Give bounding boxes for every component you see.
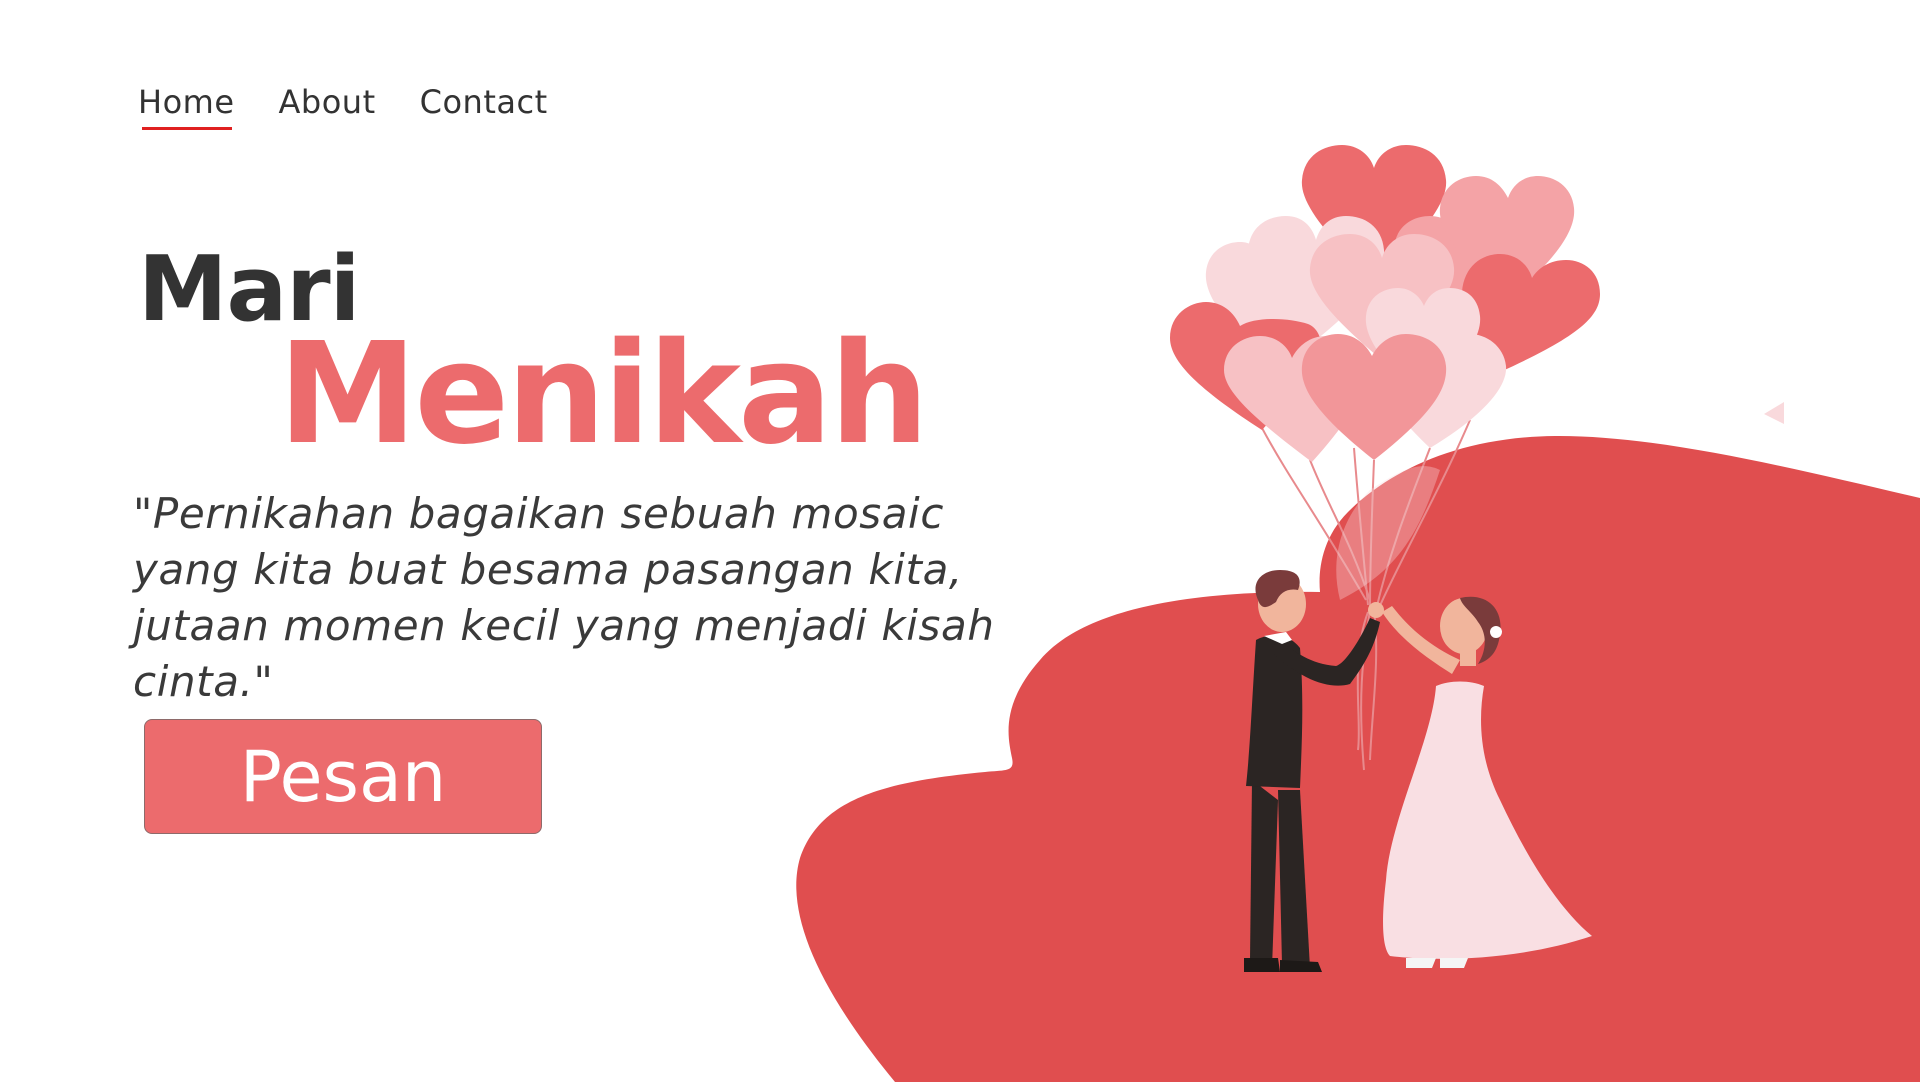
heart-balloon-icon: [1205, 242, 1331, 360]
small-triangle-decor: [1764, 402, 1784, 424]
heart-balloon-icon: [1224, 336, 1365, 462]
groom-figure: [1244, 570, 1384, 972]
bride-figure: [1382, 596, 1592, 968]
hero-title-line2: Menikah: [278, 313, 929, 476]
heart-balloon-icon: [1170, 302, 1322, 430]
nav-item-contact[interactable]: Contact: [420, 82, 548, 122]
heart-balloon-icon: [1336, 466, 1440, 600]
nav-item-about[interactable]: About: [279, 82, 376, 122]
pesan-button[interactable]: Pesan: [144, 719, 542, 834]
heart-balloon-icon: [1439, 176, 1575, 300]
balloon-cluster: [1170, 145, 1600, 600]
nav-item-home[interactable]: Home: [138, 82, 235, 130]
heart-balloon-icon: [1309, 234, 1455, 360]
heart-balloon-icon: [1301, 334, 1447, 460]
balloon-strings: [1261, 419, 1471, 771]
hero-quote: "Pernikahan bagaikan sebuah mosaic yang …: [133, 489, 995, 706]
landing-page: Home About Contact Mari Menikah "Pernika…: [0, 0, 1920, 1082]
heart-balloon-icon: [1301, 145, 1447, 280]
heart-balloon-icon: [1375, 332, 1507, 448]
heart-balloon-icon: [1365, 288, 1481, 400]
heart-balloon-icon: [1461, 254, 1600, 372]
main-nav: Home About Contact: [138, 82, 548, 130]
heart-balloon-icon: [1247, 216, 1385, 340]
heart-balloon-icon: [1393, 216, 1527, 340]
